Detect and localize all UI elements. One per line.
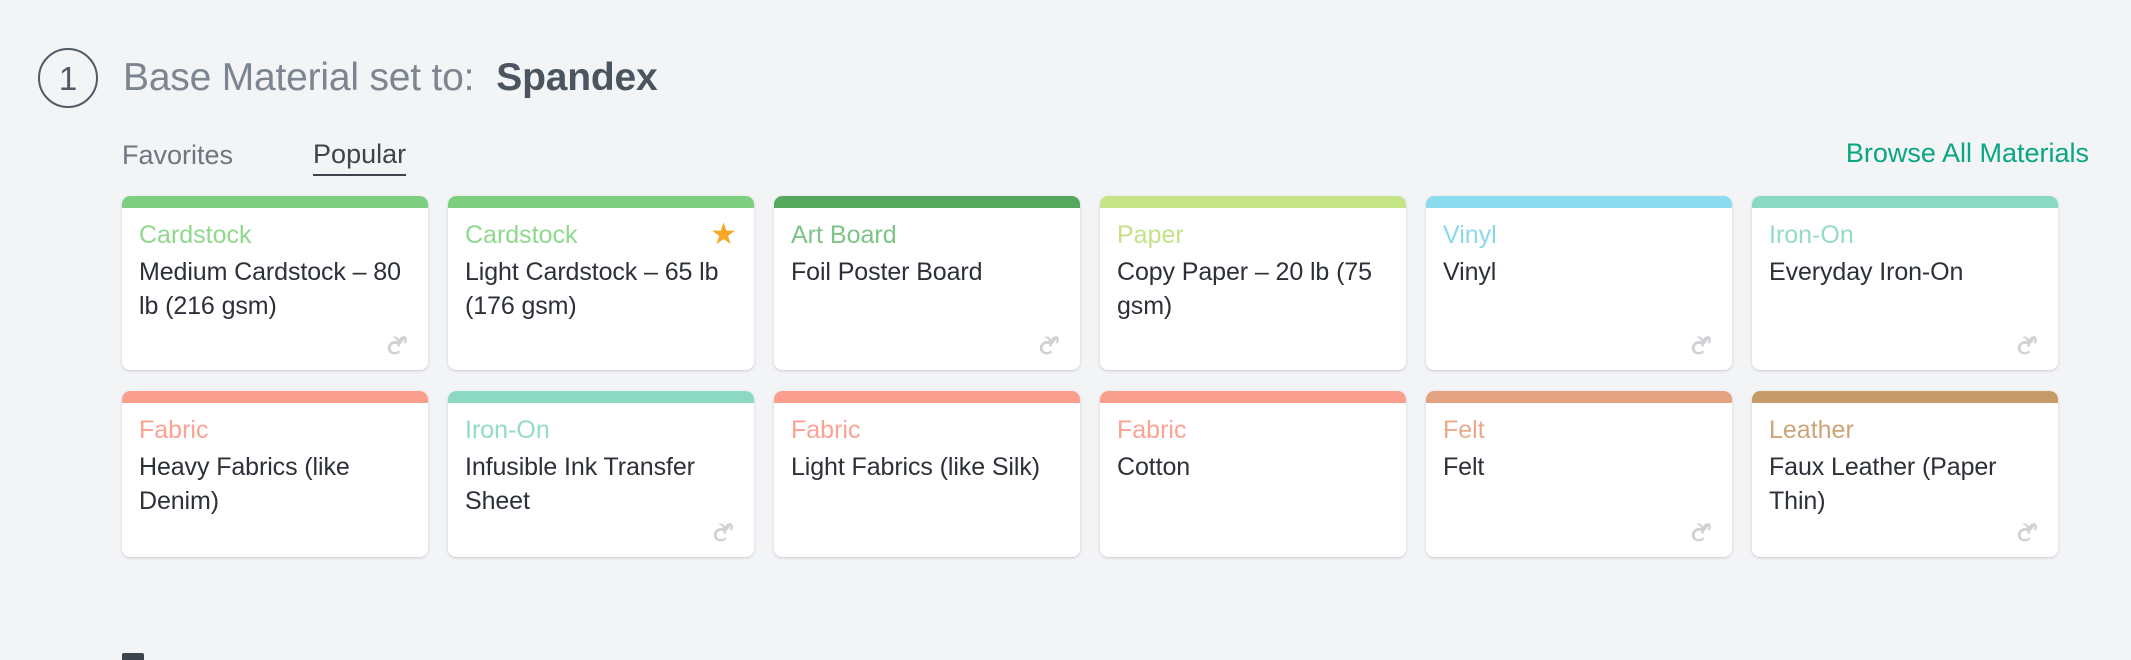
material-card-color-bar (774, 391, 1080, 403)
material-card-title: Copy Paper – 20 lb (75 gsm) (1117, 258, 1372, 320)
material-tabs: Favorites Popular Browse All Materials (122, 136, 2089, 178)
material-card-category: Fabric (1117, 416, 1187, 444)
material-card-category: Leather (1769, 416, 1854, 444)
material-card[interactable]: Felt Felt (1426, 391, 1732, 557)
browse-all-materials-link[interactable]: Browse All Materials (1846, 138, 2089, 169)
material-card-color-bar (1426, 391, 1732, 403)
cricut-brand-icon (1036, 330, 1066, 360)
material-card-title: Cotton (1117, 453, 1191, 482)
material-card-title: Faux Leather (Paper Thin) (1769, 453, 1997, 515)
favorite-star-icon[interactable]: ★ (710, 220, 737, 250)
material-card-category: Paper (1117, 221, 1184, 249)
material-card-color-bar (448, 196, 754, 208)
material-card-category: Fabric (791, 416, 861, 444)
cricut-brand-icon (1688, 330, 1718, 360)
material-card-category: Iron-On (1769, 221, 1854, 249)
cricut-brand-icon (1688, 517, 1718, 547)
tab-popular[interactable]: Popular (313, 139, 407, 176)
material-card[interactable]: Fabric Light Fabrics (like Silk) (774, 391, 1080, 557)
material-card-body: Cardstock Medium Cardstock – 80 lb (216 g… (122, 208, 428, 370)
material-card-body: Fabric Heavy Fabrics (like Denim) (122, 403, 428, 557)
material-card[interactable]: Fabric Heavy Fabrics (like Denim) (122, 391, 428, 557)
cricut-brand-icon (2014, 517, 2044, 547)
material-card-body: Iron-On Infusible Ink Transfer Sheet (448, 403, 754, 557)
selected-material-value: Spandex (496, 56, 658, 99)
material-card[interactable]: Paper Copy Paper – 20 lb (75 gsm) (1100, 196, 1406, 370)
material-card-color-bar (774, 196, 1080, 208)
next-section-peek (122, 653, 144, 660)
material-card-category: Cardstock (139, 221, 252, 249)
cricut-brand-icon (2014, 330, 2044, 360)
material-card[interactable]: Iron-On Infusible Ink Transfer Sheet (448, 391, 754, 557)
material-card-title: Felt (1443, 453, 1485, 482)
page-title: Base Material set to: (123, 56, 475, 99)
material-card-body: Felt Felt (1426, 403, 1732, 557)
material-card-color-bar (448, 391, 754, 403)
material-card-body: Fabric Cotton (1100, 403, 1406, 557)
material-card-body: Iron-On Everyday Iron-On (1752, 208, 2058, 370)
material-card-category: Iron-On (465, 416, 550, 444)
material-card-title: Everyday Iron-On (1769, 258, 1964, 287)
material-card-body: Vinyl Vinyl (1426, 208, 1732, 370)
material-card-color-bar (1752, 196, 2058, 208)
material-card-title: Foil Poster Board (791, 258, 983, 287)
material-card[interactable]: Vinyl Vinyl (1426, 196, 1732, 370)
material-card-color-bar (1426, 196, 1732, 208)
material-card-category: Fabric (139, 416, 209, 444)
material-card-category: Felt (1443, 416, 1485, 444)
material-card-body: Fabric Light Fabrics (like Silk) (774, 403, 1080, 557)
material-card[interactable]: Leather Faux Leather (Paper Thin) (1752, 391, 2058, 557)
tab-favorites[interactable]: Favorites (122, 140, 233, 175)
material-card[interactable]: Fabric Cotton (1100, 391, 1406, 557)
step-number-badge: 1 (38, 48, 98, 108)
material-card-category: Vinyl (1443, 221, 1497, 249)
material-card-body: Art Board Foil Poster Board (774, 208, 1080, 370)
material-card-title: Vinyl (1443, 258, 1497, 287)
material-card-grid: Cardstock Medium Cardstock – 80 lb (216 g… (122, 196, 2058, 557)
cricut-brand-icon (710, 517, 740, 547)
material-card-body: Paper Copy Paper – 20 lb (75 gsm) (1100, 208, 1406, 370)
material-card[interactable]: Cardstock Light Cardstock – 65 lb (176 gs… (448, 196, 754, 370)
material-card-category: Cardstock (465, 221, 578, 249)
material-card-category: Art Board (791, 221, 897, 249)
material-card-body: Cardstock Light Cardstock – 65 lb (176 gs… (448, 208, 754, 370)
material-card-color-bar (122, 391, 428, 403)
cricut-brand-icon (384, 330, 414, 360)
material-card-title: Light Cardstock – 65 lb (176 gsm) (465, 258, 719, 320)
material-card[interactable]: Iron-On Everyday Iron-On (1752, 196, 2058, 370)
step-header: 1 Base Material set to: Spandex (0, 0, 2131, 109)
material-card-title: Infusible Ink Transfer Sheet (465, 453, 695, 515)
material-card-title: Light Fabrics (like Silk) (791, 453, 1040, 482)
material-card-title: Heavy Fabrics (like Denim) (139, 453, 350, 515)
material-card-color-bar (122, 196, 428, 208)
material-card-title: Medium Cardstock – 80 lb (216 gsm) (139, 258, 401, 320)
material-card-body: Leather Faux Leather (Paper Thin) (1752, 403, 2058, 557)
material-card[interactable]: Art Board Foil Poster Board (774, 196, 1080, 370)
material-card-color-bar (1752, 391, 2058, 403)
material-card-color-bar (1100, 196, 1406, 208)
material-card[interactable]: Cardstock Medium Cardstock – 80 lb (216 g… (122, 196, 428, 370)
material-card-color-bar (1100, 391, 1406, 403)
